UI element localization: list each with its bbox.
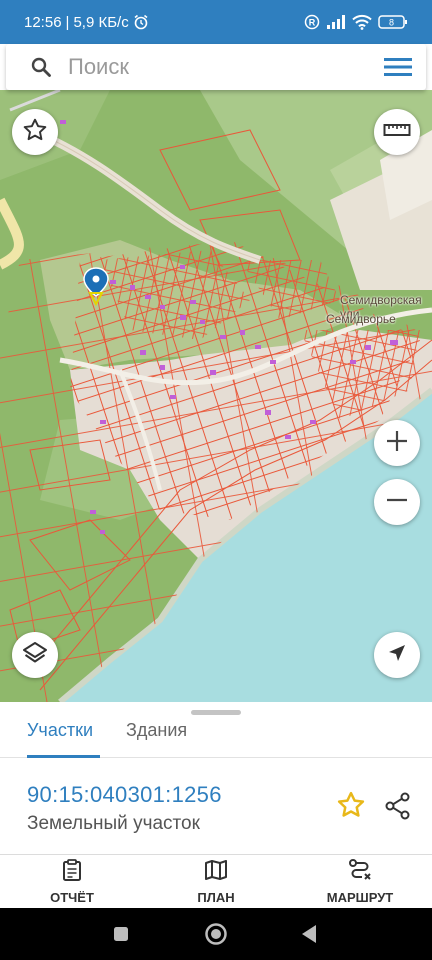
zoom-out-button[interactable]	[374, 479, 420, 525]
network-speed: 5,9 КБ/с	[73, 13, 129, 31]
navigate-arrow-icon	[386, 642, 408, 669]
back-icon[interactable]	[300, 924, 318, 949]
nav-report-button[interactable]: ОТЧЁТ	[0, 855, 144, 908]
share-icon[interactable]	[384, 792, 412, 825]
hamburger-menu-icon[interactable]	[384, 56, 412, 78]
battery-icon: 8	[378, 14, 408, 30]
signal-icon	[326, 15, 346, 29]
tab-parcels[interactable]: Участки	[27, 720, 93, 741]
zoom-in-button[interactable]	[374, 420, 420, 466]
map-view[interactable]: Семидворская ули Семидворье	[0, 90, 432, 702]
status-bar: 12:56 | 5,9 КБ/с R 8	[0, 0, 432, 44]
nav-plan-label: ПЛАН	[197, 889, 235, 905]
home-icon[interactable]	[204, 922, 228, 951]
zoom-out-icon	[384, 487, 410, 518]
status-time: 12:56	[24, 13, 62, 31]
nav-route-label: МАРШРУТ	[326, 889, 394, 905]
bottom-navigation: ОТЧЁТ ПЛАН МАРШРУТ	[0, 854, 432, 908]
wifi-icon	[352, 14, 372, 30]
sheet-tabs: Участки Здания	[0, 714, 432, 758]
roaming-icon: R	[304, 14, 320, 30]
parcel-cadastral-number[interactable]: 90:15:040301:1256	[27, 782, 222, 808]
active-tab-indicator	[27, 755, 100, 758]
nav-route-button[interactable]: МАРШРУТ	[288, 855, 432, 908]
route-icon	[348, 858, 372, 886]
parcel-type: Земельный участок	[27, 813, 200, 834]
map-label-village: Семидворье	[326, 312, 396, 326]
star-outline-icon	[22, 117, 48, 148]
layers-button[interactable]	[12, 632, 58, 678]
svg-text:R: R	[309, 18, 316, 28]
parcel-sheet: Участки Здания 90:15:040301:1256 Земельн…	[0, 702, 432, 854]
favorite-star-icon[interactable]	[336, 790, 366, 825]
map-icon	[204, 859, 228, 886]
search-input[interactable]: Поиск	[68, 54, 384, 80]
nav-report-label: ОТЧЁТ	[50, 889, 94, 905]
alarm-icon	[133, 14, 149, 30]
clipboard-icon	[61, 858, 83, 886]
system-navigation-bar	[0, 908, 432, 960]
layers-icon	[21, 639, 49, 672]
zoom-in-icon	[384, 428, 410, 459]
map-canvas[interactable]	[0, 90, 432, 702]
search-icon[interactable]	[30, 56, 52, 78]
battery-level: 8	[389, 18, 394, 28]
ruler-icon	[383, 121, 411, 144]
navigate-button[interactable]	[374, 632, 420, 678]
tab-buildings[interactable]: Здания	[126, 720, 187, 741]
favorite-button[interactable]	[12, 109, 58, 155]
nav-plan-button[interactable]: ПЛАН	[144, 855, 288, 908]
ruler-button[interactable]	[374, 109, 420, 155]
search-bar[interactable]: Поиск	[6, 44, 426, 90]
recent-apps-icon[interactable]	[113, 926, 129, 947]
